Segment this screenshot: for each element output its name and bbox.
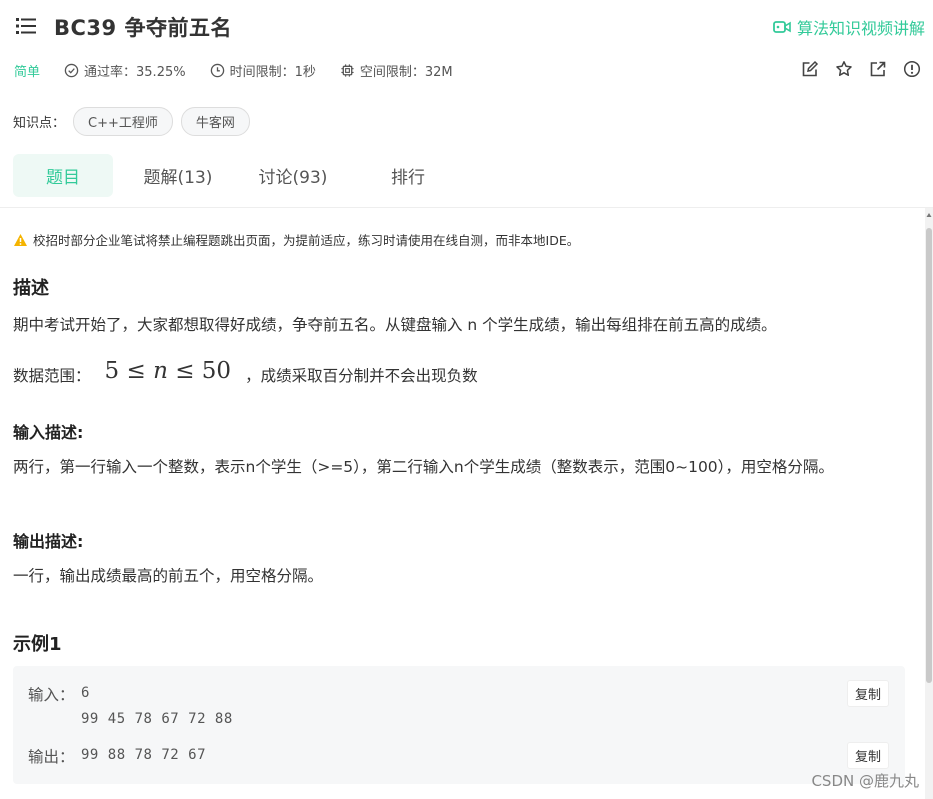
tag-chip[interactable]: 牛客网 [180,107,250,136]
video-explanation-link[interactable]: 算法知识视频讲解 [773,15,925,39]
example-output-value: 99 88 78 72 67 [81,747,207,763]
example-input-value: 6 99 45 78 67 72 88 [81,685,233,727]
tab-solutions[interactable]: 题解(13) [113,154,243,197]
range-label: 数据范围： [13,367,91,385]
menu-list-icon[interactable] [16,17,36,35]
data-range: 数据范围： 5 ≤ n ≤ 50 ，成绩采取百分制并不会出现负数 [13,358,478,388]
copy-output-button[interactable]: 复制 [846,742,889,769]
output-heading: 输出描述: [13,532,84,551]
exam-notice: 校招时部分企业笔试将禁止编程题跳出页面，为提前适应，练习时请使用在线自测，而非本… [13,230,579,249]
example-output-label: 输出： [28,748,75,766]
tag-chip[interactable]: C++工程师 [73,107,173,136]
tab-ranking[interactable]: 排行 [343,154,473,197]
memory-limit-text: 空间限制：32M [359,64,453,80]
video-link-label: 算法知识视频讲解 [796,19,925,38]
scroll-up-arrow-icon[interactable] [925,208,933,222]
warning-icon [14,233,27,246]
description-text: 期中考试开始了，大家都想取得好成绩，争夺前五名。从键盘输入 n 个学生成绩，输出… [13,316,777,334]
problem-tabs: 题目 题解(13) 讨论(93) 排行 [13,154,473,197]
video-icon [773,21,791,33]
example-box: 输入： 6 99 45 78 67 72 88 复制 输出： 99 88 78 … [13,666,905,784]
problem-meta: 简单 通过率：35.25% 时间限制：1秒 空间限制：32M [14,60,477,80]
notice-text: 校招时部分企业笔试将禁止编程题跳出页面，为提前适应，练习时请使用在线自测，而非本… [33,233,580,248]
range-formula: 5 ≤ n ≤ 50 [104,358,232,384]
problem-actions [801,60,921,78]
tags-label: 知识点： [13,116,66,131]
input-heading: 输入描述: [13,423,84,442]
memory-limit: 空间限制：32M [340,61,453,80]
scrollbar-thumb[interactable] [926,228,932,683]
example-heading: 示例1 [13,634,62,655]
time-limit-text: 时间限制：1秒 [229,64,316,80]
example-input-label: 输入： [28,686,75,704]
header: BC39 争夺前五名 算法知识视频讲解 [0,0,933,52]
output-description: 一行，输出成绩最高的前五个，用空格分隔。 [13,567,324,585]
report-icon[interactable] [903,60,921,78]
chip-icon [341,63,354,77]
pass-rate: 通过率：35.25% [64,61,186,80]
check-circle-icon [64,63,79,77]
input-description: 两行，第一行输入一个整数，表示n个学生（>=5），第二行输入n个学生成绩（整数表… [13,458,834,476]
tab-divider [0,207,933,208]
watermark: CSDN @鹿九丸 [811,772,919,790]
star-icon[interactable] [835,60,853,78]
edit-icon[interactable] [801,60,819,78]
knowledge-tags: 知识点： C++工程师 牛客网 [13,107,250,136]
copy-input-button[interactable]: 复制 [846,680,889,707]
difficulty-badge: 简单 [14,64,41,80]
range-suffix: ，成绩采取百分制并不会出现负数 [245,367,478,385]
tab-discussion[interactable]: 讨论(93) [243,154,343,197]
description-heading: 描述 [13,278,49,299]
tab-problem[interactable]: 题目 [13,154,113,197]
clock-icon [210,63,224,77]
share-icon[interactable] [869,60,887,78]
pass-rate-text: 通过率：35.25% [84,64,186,80]
problem-title: BC39 争夺前五名 [54,16,232,40]
time-limit: 时间限制：1秒 [210,61,316,80]
